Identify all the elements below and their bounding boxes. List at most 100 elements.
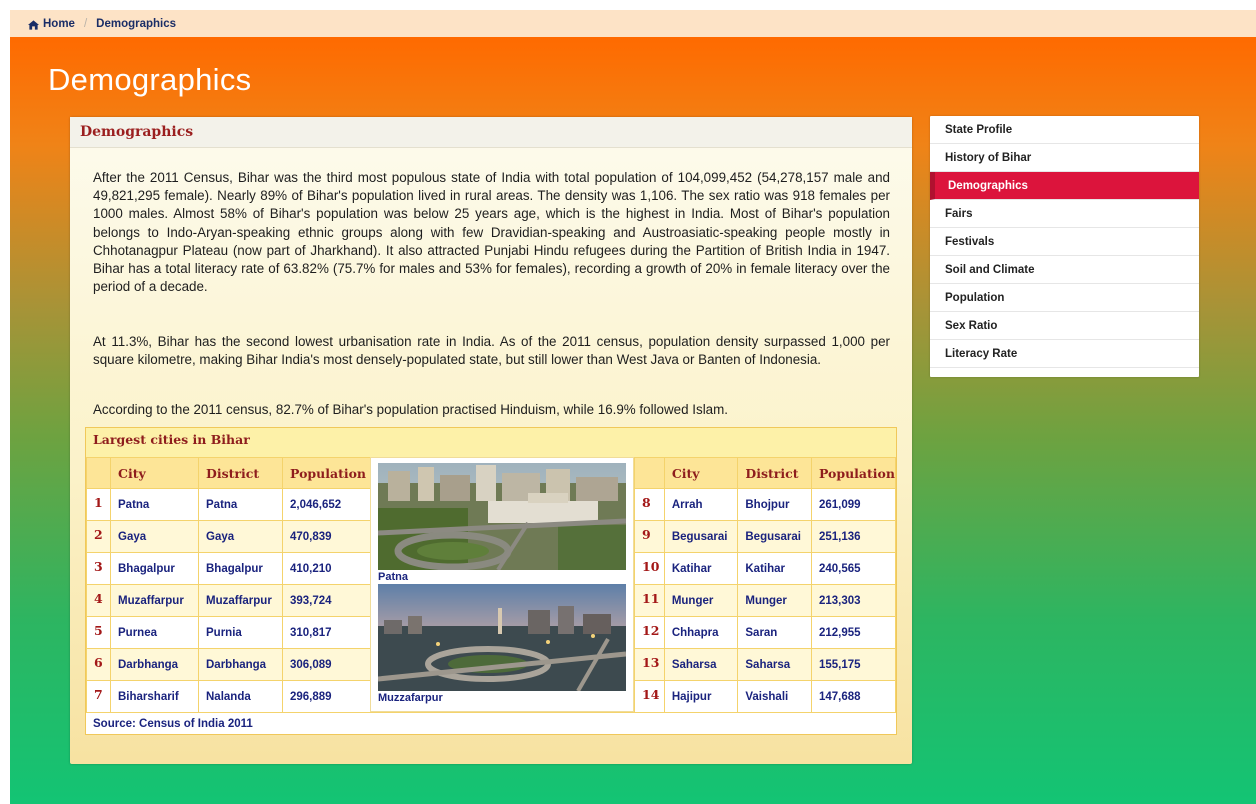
sidebar-item-demographics[interactable]: Demographics — [930, 172, 1199, 200]
city-cell: Darbhanga — [110, 648, 199, 681]
table-source: Source: Census of India 2011 — [86, 712, 896, 734]
cities-table-right: City District Population 8 Arrah Bhojpur 26… — [634, 457, 897, 713]
muzaffarpur-photo — [378, 584, 626, 691]
sidebar-item-sex-ratio[interactable]: Sex Ratio — [930, 312, 1199, 340]
page-title: Demographics — [48, 62, 252, 97]
district-cell: Katihar — [737, 552, 812, 585]
sidebar-item-festivals[interactable]: Festivals — [930, 228, 1199, 256]
rank-cell: 4 — [86, 584, 111, 617]
rank-cell: 14 — [634, 680, 665, 713]
rank-cell: 7 — [86, 680, 111, 713]
table-row: 8 Arrah Bhojpur 261,099 — [634, 488, 897, 521]
district-cell: Patna — [198, 488, 283, 521]
population-cell: 147,688 — [810, 680, 897, 713]
district-cell: Bhojpur — [737, 488, 812, 521]
district-cell: Gaya — [198, 520, 283, 553]
table-header-population: Population — [810, 457, 897, 489]
table-header-rank — [634, 457, 665, 489]
table-header-city: City — [663, 457, 739, 489]
population-cell: 212,955 — [810, 616, 897, 649]
table-header-city: City — [110, 457, 199, 489]
sidebar-item-fairs[interactable]: Fairs — [930, 200, 1199, 228]
city-cell: Bhagalpur — [110, 552, 199, 585]
sidebar-item-soil-and-climate[interactable]: Soil and Climate — [930, 256, 1199, 284]
district-cell: Muzaffarpur — [198, 584, 283, 617]
rank-cell: 1 — [86, 488, 111, 521]
rank-cell: 11 — [634, 584, 665, 617]
district-cell: Saharsa — [737, 648, 812, 681]
table-row: 7 Biharsharif Nalanda 296,889 — [86, 680, 371, 713]
table-row: 3 Bhagalpur Bhagalpur 410,210 — [86, 552, 371, 585]
largest-cities-box: Largest cities in Bihar City District Po… — [85, 427, 897, 735]
table-header-rank — [86, 457, 111, 489]
city-cell: Biharsharif — [110, 680, 199, 713]
rank-cell: 2 — [86, 520, 111, 553]
population-cell: 470,839 — [282, 520, 371, 553]
population-cell: 310,817 — [282, 616, 371, 649]
patna-photo — [378, 463, 626, 570]
page: Home / Demographics Demographics Demogra… — [10, 10, 1256, 804]
cities-title: Largest cities in Bihar — [93, 432, 250, 447]
breadcrumb: Home / Demographics — [10, 10, 1256, 37]
city-cell: Katihar — [663, 552, 739, 585]
population-cell: 2,046,652 — [282, 488, 371, 521]
rank-cell: 9 — [634, 520, 665, 553]
city-cell: Purnea — [110, 616, 199, 649]
sidebar-item-population[interactable]: Population — [930, 284, 1199, 312]
rank-cell: 6 — [86, 648, 111, 681]
breadcrumb-current: Demographics — [96, 17, 177, 30]
city-cell: Arrah — [663, 488, 739, 521]
sidebar-item-history-of-bihar[interactable]: History of Bihar — [930, 144, 1199, 172]
table-header-district: District — [198, 457, 283, 489]
city-cell: Muzaffarpur — [110, 584, 199, 617]
district-cell: Purnia — [198, 616, 283, 649]
table-row: 9 Begusarai Begusarai 251,136 — [634, 520, 897, 553]
city-cell: Chhapra — [663, 616, 739, 649]
population-cell: 393,724 — [282, 584, 371, 617]
rank-cell: 8 — [634, 488, 665, 521]
table-row: 6 Darbhanga Darbhanga 306,089 — [86, 648, 371, 681]
table-row: 10 Katihar Katihar 240,565 — [634, 552, 897, 585]
city-cell: Munger — [663, 584, 739, 617]
population-cell: 296,889 — [282, 680, 371, 713]
home-icon — [28, 19, 39, 30]
district-cell: Vaishali — [737, 680, 812, 713]
table-row: 14 Hajipur Vaishali 147,688 — [634, 680, 897, 713]
population-cell: 410,210 — [282, 552, 371, 585]
rank-cell: 13 — [634, 648, 665, 681]
population-cell: 213,303 — [810, 584, 897, 617]
population-cell: 251,136 — [810, 520, 897, 553]
hero-banner: Demographics Demographics After the 2011… — [10, 37, 1256, 804]
city-photos: Patna Muzzafarpur — [370, 457, 634, 712]
table-header-district: District — [737, 457, 812, 489]
population-cell: 155,175 — [810, 648, 897, 681]
population-cell: 261,099 — [810, 488, 897, 521]
patna-caption: Patna — [378, 571, 408, 583]
district-cell: Bhagalpur — [198, 552, 283, 585]
rank-cell: 10 — [634, 552, 665, 585]
table-row: 2 Gaya Gaya 470,839 — [86, 520, 371, 553]
district-cell: Darbhanga — [198, 648, 283, 681]
district-cell: Begusarai — [737, 520, 812, 553]
paragraph-census: After the 2011 Census, Bihar was the thi… — [93, 170, 890, 295]
city-cell: Saharsa — [663, 648, 739, 681]
sidebar-item-state-profile[interactable]: State Profile — [930, 116, 1199, 144]
district-cell: Munger — [737, 584, 812, 617]
breadcrumb-separator: / — [83, 17, 88, 30]
rank-cell: 12 — [634, 616, 665, 649]
paragraph-religion: According to the 2011 census, 82.7% of B… — [93, 402, 728, 417]
table-row: 4 Muzaffarpur Muzaffarpur 393,724 — [86, 584, 371, 617]
table-row: 5 Purnea Purnia 310,817 — [86, 616, 371, 649]
card-title: Demographics — [70, 117, 912, 148]
sidebar-nav: State Profile History of Bihar Demographic… — [930, 116, 1199, 377]
rank-cell: 5 — [86, 616, 111, 649]
content-card: Demographics After the 2011 Census, Biha… — [70, 117, 912, 764]
district-cell: Nalanda — [198, 680, 283, 713]
breadcrumb-home-link[interactable]: Home — [43, 18, 75, 30]
city-cell: Gaya — [110, 520, 199, 553]
population-cell: 306,089 — [282, 648, 371, 681]
cities-table-left: City District Population 1 Patna Patna 2,04… — [86, 457, 371, 713]
table-row: 12 Chhapra Saran 212,955 — [634, 616, 897, 649]
sidebar-item-literacy-rate[interactable]: Literacy Rate — [930, 340, 1199, 368]
table-row: 1 Patna Patna 2,046,652 — [86, 488, 371, 521]
